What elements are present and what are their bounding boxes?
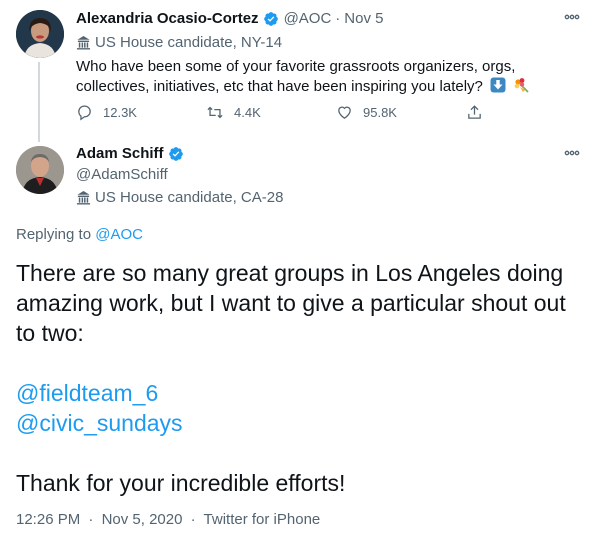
- main-tweet-header: Adam Schiff: [76, 145, 189, 162]
- author-name[interactable]: Adam Schiff: [76, 145, 164, 162]
- tweet-meta: 12:26 PM · Nov 5, 2020 · Twitter for iPh…: [16, 511, 320, 528]
- tweet-time[interactable]: 12:26 PM: [16, 511, 80, 528]
- mention-link[interactable]: @civic_sundays: [16, 408, 586, 438]
- government-building-icon: [76, 35, 91, 50]
- main-tweet-text: There are so many great groups in Los An…: [16, 258, 586, 498]
- reply-icon: [78, 105, 91, 121]
- separator: ·: [190, 511, 196, 528]
- avatar[interactable]: [16, 146, 64, 194]
- verified-badge-icon: [168, 146, 183, 161]
- thread-line: [38, 62, 40, 142]
- tweet-date[interactable]: Nov 5, 2020: [102, 511, 183, 528]
- main-tweet-closing: Thank for your incredible efforts!: [16, 470, 346, 496]
- separator: ·: [335, 10, 341, 27]
- parent-tweet-header: Alexandria Ocasio-Cortez @AOC · Nov 5: [76, 10, 383, 27]
- replying-to: Replying to @AOC: [16, 226, 143, 243]
- candidate-label-text: US House candidate, NY-14: [95, 34, 283, 51]
- like-button[interactable]: 95.8K: [336, 104, 466, 121]
- tweet-actions: 12.3K 4.4K 95.8K: [76, 104, 506, 121]
- reply-button[interactable]: 12.3K: [76, 104, 206, 121]
- reply-count: 12.3K: [103, 105, 137, 120]
- schiff-avatar-image: [16, 146, 64, 194]
- author-handle[interactable]: @AdamSchiff: [76, 166, 168, 183]
- parent-tweet[interactable]: Alexandria Ocasio-Cortez @AOC · Nov 5 US…: [0, 0, 597, 142]
- tweet-date[interactable]: Nov 5: [344, 10, 383, 27]
- more-options-icon[interactable]: [561, 8, 583, 26]
- share-button[interactable]: [466, 104, 506, 121]
- candidate-label: US House candidate, CA-28: [76, 189, 283, 206]
- candidate-label: US House candidate, NY-14: [76, 34, 282, 51]
- replying-prefix: Replying to: [16, 226, 92, 243]
- retweet-icon: [207, 106, 223, 119]
- verified-badge-icon: [263, 11, 278, 26]
- heart-icon: [338, 106, 351, 119]
- parent-tweet-body: Who have been some of your favorite gras…: [76, 58, 516, 95]
- replying-to-mention[interactable]: @AOC: [95, 226, 143, 243]
- down-arrow-emoji-icon: [490, 77, 506, 93]
- bouquet-emoji-icon: [514, 78, 529, 93]
- government-building-icon: [76, 190, 91, 205]
- retweet-count: 4.4K: [234, 105, 261, 120]
- candidate-label-text: US House candidate, CA-28: [95, 189, 284, 206]
- mention-link[interactable]: @fieldteam_6: [16, 378, 586, 408]
- author-handle[interactable]: @AOC: [284, 10, 332, 27]
- author-name[interactable]: Alexandria Ocasio-Cortez: [76, 10, 259, 27]
- main-tweet-body: There are so many great groups in Los An…: [16, 260, 566, 346]
- like-count: 95.8K: [363, 105, 397, 120]
- share-icon: [468, 105, 481, 119]
- aoc-avatar-image: [16, 10, 64, 58]
- avatar[interactable]: [16, 10, 64, 58]
- more-options-icon[interactable]: [561, 144, 583, 162]
- parent-tweet-text: Who have been some of your favorite gras…: [76, 57, 576, 97]
- tweet-source[interactable]: Twitter for iPhone: [204, 511, 321, 528]
- retweet-button[interactable]: 4.4K: [206, 104, 336, 121]
- separator: ·: [88, 511, 94, 528]
